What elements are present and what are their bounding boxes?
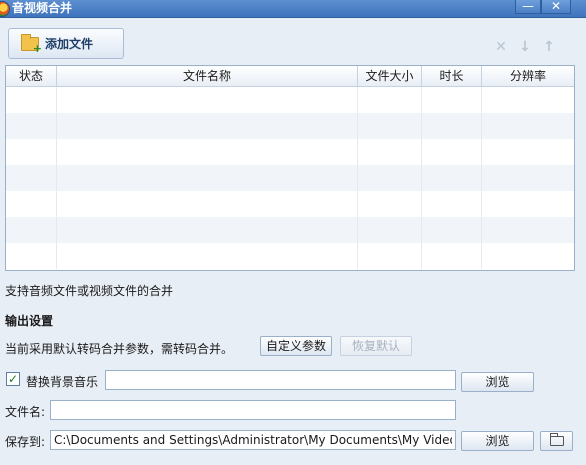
- browse-save-path-button[interactable]: 浏览: [461, 431, 534, 451]
- move-down-icon[interactable]: ↓: [518, 40, 532, 54]
- table-row: [6, 113, 574, 139]
- output-settings-title: 输出设置: [5, 314, 54, 328]
- bg-music-input[interactable]: [105, 370, 456, 390]
- table-row: [6, 165, 574, 191]
- delete-icon[interactable]: ✕: [494, 40, 508, 54]
- table-row: [6, 243, 574, 269]
- minimize-button[interactable]: —: [515, 0, 541, 14]
- add-folder-icon: [21, 33, 42, 55]
- title-bar[interactable]: 音视频合并 — ✕: [0, 0, 586, 18]
- move-up-icon[interactable]: ↑: [542, 40, 556, 54]
- table-row: [6, 139, 574, 165]
- replace-bg-music-checkbox[interactable]: ✓: [6, 372, 20, 386]
- column-header-resolution[interactable]: 分辨率: [482, 66, 574, 86]
- save-path-input[interactable]: [50, 430, 456, 450]
- app-icon: [0, 1, 10, 17]
- browse-bg-music-button[interactable]: 浏览: [461, 372, 534, 392]
- file-name-input[interactable]: [50, 400, 456, 420]
- file-table[interactable]: 状态 文件名称 文件大小 时长 分辨率: [5, 65, 575, 271]
- open-folder-icon: [549, 433, 564, 446]
- file-name-label: 文件名:: [5, 405, 46, 419]
- column-header-file-name[interactable]: 文件名称: [57, 66, 358, 86]
- add-file-label: 添加文件: [45, 37, 94, 51]
- open-folder-button[interactable]: [540, 431, 573, 451]
- table-row: [6, 87, 574, 113]
- column-header-file-size[interactable]: 文件大小: [358, 66, 422, 86]
- restore-default-button[interactable]: 恢复默认: [340, 336, 412, 356]
- close-button[interactable]: ✕: [541, 0, 571, 14]
- column-header-duration[interactable]: 时长: [422, 66, 482, 86]
- custom-params-button[interactable]: 自定义参数: [260, 336, 332, 356]
- table-body: [6, 87, 574, 269]
- table-row: [6, 217, 574, 243]
- replace-bg-music-label: 替换背景音乐: [26, 375, 99, 389]
- add-file-button[interactable]: 添加文件: [8, 28, 124, 59]
- column-header-status[interactable]: 状态: [6, 66, 57, 86]
- support-info-text: 支持音频文件或视频文件的合并: [5, 284, 174, 298]
- current-params-text: 当前采用默认转码合并参数，需转码合并。: [5, 342, 234, 356]
- table-header: 状态 文件名称 文件大小 时长 分辨率: [6, 66, 574, 87]
- table-row: [6, 191, 574, 217]
- window-title: 音视频合并: [12, 1, 73, 15]
- save-to-label: 保存到:: [5, 435, 46, 449]
